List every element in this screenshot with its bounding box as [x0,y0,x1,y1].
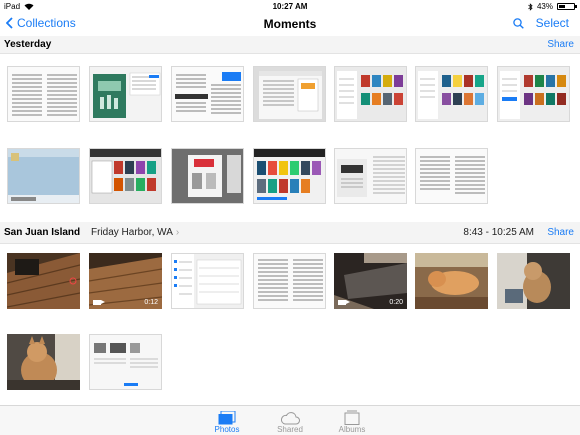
photo-thumbnail[interactable] [497,253,570,309]
photo-thumbnail[interactable] [334,148,407,204]
select-button[interactable]: Select [536,16,569,30]
tab-shared[interactable]: Shared [260,408,320,434]
tab-label: Shared [277,425,303,434]
photo-thumbnail[interactable] [415,66,488,122]
photo-thumbnail[interactable] [7,334,80,390]
photo-thumbnail[interactable] [7,66,80,122]
status-time: 10:27 AM [272,2,308,11]
photo-thumbnail[interactable] [253,66,326,122]
section-title: San Juan Island [4,227,81,238]
location-link[interactable]: Friday Harbor, WA › [91,227,179,238]
photo-thumbnail[interactable] [89,334,162,390]
photo-thumbnail[interactable] [171,66,244,122]
albums-icon [344,410,360,425]
photo-thumbnail[interactable] [253,148,326,204]
photo-thumbnail[interactable] [89,148,162,204]
photo-thumbnail[interactable] [89,66,162,122]
tab-label: Photos [214,425,240,434]
video-duration: 0:20 [389,299,403,306]
photo-thumbnail[interactable] [415,253,488,309]
photo-thumbnail[interactable] [171,148,244,204]
page-title: Moments [263,17,317,31]
video-thumbnail[interactable]: 0:20 [334,253,407,309]
location-label: Friday Harbor, WA [91,227,173,238]
video-duration: 0:12 [144,299,158,306]
tab-bar: Photos Shared Albums [0,405,580,435]
collections-back-button[interactable]: Collections [6,16,76,30]
back-label: Collections [17,16,76,30]
tab-albums[interactable]: Albums [322,408,382,434]
search-icon[interactable] [512,17,524,29]
chevron-right-icon: › [175,227,180,238]
share-button[interactable]: Share [547,227,574,238]
battery-icon [557,3,577,10]
photos-icon [218,411,236,425]
video-camera-icon [338,300,350,305]
share-button[interactable]: Share [547,39,574,50]
photo-thumbnail[interactable] [253,253,326,309]
navigation-bar: Collections Moments Select [0,13,580,35]
section-header-san-juan-island: San Juan Island Friday Harbor, WA › 8:43 … [0,222,580,244]
photo-thumbnail[interactable] [7,253,80,309]
section-header-yesterday: Yesterday Share [0,36,580,54]
video-thumbnail[interactable]: 0:12 [89,253,162,309]
tab-label: Albums [338,425,366,434]
video-camera-icon [93,300,105,305]
section-title: Yesterday [4,39,52,50]
tab-photos[interactable]: Photos [197,408,257,434]
time-range: 8:43 - 10:25 AM [463,227,534,238]
battery-percent: 43% [536,2,553,11]
cloud-icon [281,412,300,425]
bluetooth-icon [528,2,533,11]
photo-thumbnail[interactable] [171,253,244,309]
photo-thumbnail[interactable] [7,148,80,204]
photo-thumbnail[interactable] [334,66,407,122]
chevron-left-icon [6,17,13,29]
status-bar: iPad 10:27 AM 43% [0,0,580,13]
photo-thumbnail[interactable] [497,66,570,122]
photo-thumbnail[interactable] [415,148,488,204]
